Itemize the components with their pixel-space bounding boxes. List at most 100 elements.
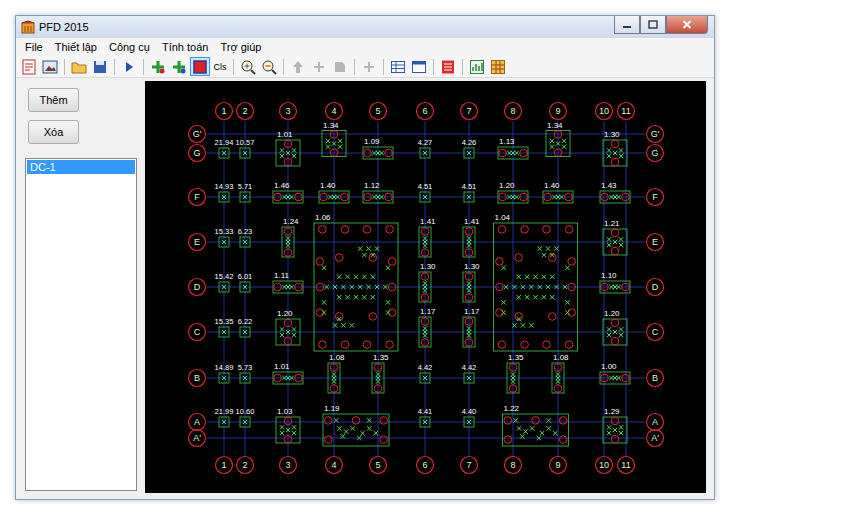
- pile-cap[interactable]: [219, 373, 229, 383]
- pile-cap[interactable]: [603, 319, 627, 345]
- pile-cap[interactable]: [219, 192, 229, 202]
- pile-cap[interactable]: [463, 272, 475, 302]
- toolbar-button[interactable]: [19, 57, 39, 76]
- case-list-item[interactable]: DC-1: [27, 160, 135, 174]
- toolbar-button[interactable]: [90, 57, 110, 76]
- pile-cap[interactable]: [240, 148, 250, 158]
- pile-cap[interactable]: [464, 192, 474, 202]
- pile-cap[interactable]: [219, 417, 229, 427]
- pile-cap[interactable]: [363, 191, 393, 203]
- pile-cap[interactable]: [603, 229, 627, 255]
- pile-cap[interactable]: [420, 148, 430, 158]
- pile-cap[interactable]: [314, 223, 398, 351]
- clear-button[interactable]: Cls: [211, 57, 229, 76]
- pile-cap[interactable]: [543, 191, 573, 203]
- toolbar-button[interactable]: [148, 57, 168, 76]
- menu-item[interactable]: Trợ giúp: [214, 41, 267, 53]
- pile-cap[interactable]: [240, 327, 250, 337]
- pile-cap[interactable]: [600, 191, 630, 203]
- pile-cap[interactable]: [323, 414, 389, 446]
- pile-cap[interactable]: [276, 140, 300, 166]
- toolbar-button[interactable]: [238, 57, 258, 76]
- pile-cap[interactable]: [600, 281, 630, 293]
- toolbar-button[interactable]: [438, 57, 458, 76]
- pile-cap[interactable]: [219, 237, 229, 247]
- pile-cap[interactable]: [322, 131, 346, 157]
- pile-cap[interactable]: [420, 192, 430, 202]
- pile-cap[interactable]: [319, 191, 349, 203]
- case-list[interactable]: DC-1: [25, 158, 137, 491]
- menu-item[interactable]: Thiết lập: [49, 41, 103, 53]
- side-button[interactable]: Xóa: [28, 120, 79, 144]
- pile-cap[interactable]: [546, 131, 570, 157]
- pile-cap[interactable]: [507, 363, 519, 393]
- menu-item[interactable]: Công cụ: [103, 41, 156, 53]
- pile-cap[interactable]: [372, 363, 384, 393]
- pile-circle: [284, 249, 292, 257]
- pile-cap[interactable]: [503, 414, 569, 446]
- pile-cap[interactable]: [464, 373, 474, 383]
- drawing-canvas[interactable]: 11223344556677889910101111G'G'GGFFEEDDCC…: [145, 81, 706, 493]
- pile-cap[interactable]: [219, 282, 229, 292]
- toolbar-button[interactable]: [409, 57, 429, 76]
- toolbar-button[interactable]: [330, 57, 350, 76]
- pile-cap[interactable]: [464, 417, 474, 427]
- pile-cap[interactable]: [552, 363, 564, 393]
- toolbar-button[interactable]: [309, 57, 329, 76]
- pile-circle: [601, 283, 609, 291]
- pile-mark: [542, 295, 546, 299]
- pile-cap[interactable]: [420, 373, 430, 383]
- pile-cap[interactable]: [463, 227, 475, 257]
- pile-cap[interactable]: [219, 327, 229, 337]
- pile-cap[interactable]: [276, 319, 300, 345]
- toolbar-button[interactable]: [288, 57, 308, 76]
- pile-cap[interactable]: [419, 272, 431, 302]
- pile-cap[interactable]: [464, 148, 474, 158]
- toolbar-button[interactable]: [169, 57, 189, 76]
- close-button[interactable]: [666, 16, 708, 34]
- pile-cap[interactable]: [463, 317, 475, 347]
- pile-cap[interactable]: [419, 227, 431, 257]
- pile-cap[interactable]: [603, 417, 627, 443]
- pile-cap[interactable]: [240, 282, 250, 292]
- pile-cap[interactable]: [420, 417, 430, 427]
- pile-cap[interactable]: [363, 147, 393, 159]
- pile-cap[interactable]: [273, 191, 303, 203]
- toolbar-button[interactable]: [119, 57, 139, 76]
- toolbar-button[interactable]: [40, 57, 60, 76]
- folder-icon: [71, 59, 87, 75]
- toolbar-button[interactable]: [259, 57, 279, 76]
- pile-cap[interactable]: [603, 140, 627, 166]
- pile-cap[interactable]: [219, 148, 229, 158]
- toolbar-button[interactable]: [388, 57, 408, 76]
- pile-cap[interactable]: [494, 223, 578, 351]
- toolbar-button[interactable]: [69, 57, 89, 76]
- pile-cap[interactable]: [498, 147, 528, 159]
- menu-item[interactable]: Tính toán: [156, 41, 214, 53]
- pile-cap[interactable]: [276, 417, 300, 443]
- side-button[interactable]: Thêm: [28, 88, 79, 112]
- pile-mark: [332, 379, 336, 383]
- pile-cap[interactable]: [273, 281, 303, 293]
- toolbar-button[interactable]: [488, 57, 508, 76]
- pile-cap[interactable]: [273, 372, 303, 384]
- menu-item[interactable]: File: [19, 41, 49, 53]
- pile-cap[interactable]: [240, 373, 250, 383]
- toolbar-button[interactable]: [359, 57, 379, 76]
- pile-cap[interactable]: [600, 372, 630, 384]
- pile-cap[interactable]: [498, 191, 528, 203]
- pile-mark: [565, 300, 569, 304]
- pile-circle: [363, 341, 371, 349]
- pile-cap[interactable]: [240, 237, 250, 247]
- maximize-button[interactable]: [640, 16, 666, 34]
- toolbar-button[interactable]: [190, 57, 210, 76]
- pile-mark: [360, 431, 364, 435]
- toolbar-button[interactable]: [467, 57, 487, 76]
- pile-cap[interactable]: [240, 192, 250, 202]
- minimize-button[interactable]: [614, 16, 640, 34]
- pile-cap[interactable]: [419, 317, 431, 347]
- pile-cap[interactable]: [240, 417, 250, 427]
- pile-cap[interactable]: [328, 363, 340, 393]
- pile-cap[interactable]: [282, 227, 294, 257]
- pile-mark: [565, 266, 569, 270]
